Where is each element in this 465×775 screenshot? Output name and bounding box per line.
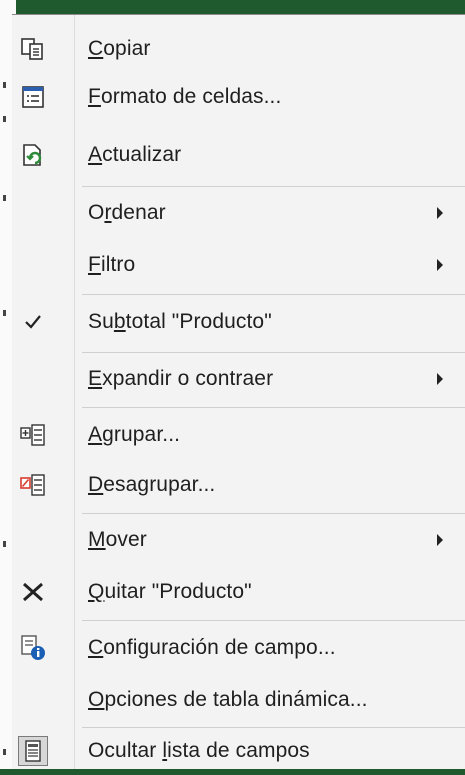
menu-item-label: Desagrupar... bbox=[88, 473, 216, 496]
menu-item-label: Quitar "Producto" bbox=[88, 580, 252, 603]
menu-item-desagrupar[interactable]: Desagrupar... bbox=[12, 461, 465, 509]
menu-item-label: Ocultar lista de campos bbox=[88, 739, 310, 762]
context-menu: Copiar Formato de celdas... Actualizar O… bbox=[12, 14, 465, 769]
submenu-arrow-icon bbox=[437, 259, 443, 271]
menu-item-label: Configuración de campo... bbox=[88, 636, 336, 659]
menu-item-quitar-producto[interactable]: Quitar "Producto" bbox=[12, 568, 465, 616]
submenu-arrow-icon bbox=[437, 373, 443, 385]
menu-item-label: Agrupar... bbox=[88, 423, 181, 446]
refresh-icon bbox=[18, 140, 48, 170]
menu-item-label: Ordenar bbox=[88, 201, 166, 224]
ungroup-icon bbox=[18, 470, 48, 500]
remove-x-icon bbox=[18, 577, 48, 607]
group-icon bbox=[18, 420, 48, 450]
menu-item-configuracion-de-campo[interactable]: Configuración de campo... bbox=[12, 624, 465, 672]
menu-item-ocultar-lista-de-campos[interactable]: Ocultar lista de campos bbox=[12, 727, 465, 775]
menu-item-label: Formato de celdas... bbox=[88, 85, 282, 108]
menu-item-label: Copiar bbox=[88, 37, 151, 60]
copy-icon bbox=[18, 34, 48, 64]
menu-item-label: Opciones de tabla dinámica... bbox=[88, 688, 368, 711]
menu-item-actualizar[interactable]: Actualizar bbox=[12, 131, 465, 179]
checkmark-icon bbox=[18, 307, 48, 337]
menu-separator bbox=[82, 294, 465, 295]
menu-item-label: Mover bbox=[88, 528, 147, 551]
menu-item-mover[interactable]: Mover bbox=[12, 516, 465, 564]
menu-item-opciones-de-tabla-dinamica[interactable]: Opciones de tabla dinámica... bbox=[12, 676, 465, 724]
field-list-icon bbox=[18, 736, 48, 766]
submenu-arrow-icon bbox=[437, 207, 443, 219]
menu-item-label: Actualizar bbox=[88, 143, 182, 166]
menu-separator bbox=[82, 620, 465, 621]
menu-item-expandir-o-contraer[interactable]: Expandir o contraer bbox=[12, 355, 465, 403]
menu-separator bbox=[82, 352, 465, 353]
menu-item-subtotal-producto[interactable]: Subtotal "Producto" bbox=[12, 298, 465, 346]
menu-item-formato-de-celdas[interactable]: Formato de celdas... bbox=[12, 73, 465, 121]
submenu-arrow-icon bbox=[437, 534, 443, 546]
menu-separator bbox=[82, 407, 465, 408]
menu-separator bbox=[82, 186, 465, 187]
menu-item-filtro[interactable]: Filtro bbox=[12, 241, 465, 289]
menu-item-copiar[interactable]: Copiar bbox=[12, 25, 465, 73]
field-settings-icon bbox=[18, 633, 48, 663]
menu-item-agrupar[interactable]: Agrupar... bbox=[12, 411, 465, 459]
menu-item-label: Filtro bbox=[88, 253, 136, 276]
menu-item-label: Expandir o contraer bbox=[88, 367, 274, 390]
format-cells-icon bbox=[18, 82, 48, 112]
menu-separator bbox=[82, 513, 465, 514]
menu-item-ordenar[interactable]: Ordenar bbox=[12, 189, 465, 237]
menu-item-label: Subtotal "Producto" bbox=[88, 310, 272, 333]
